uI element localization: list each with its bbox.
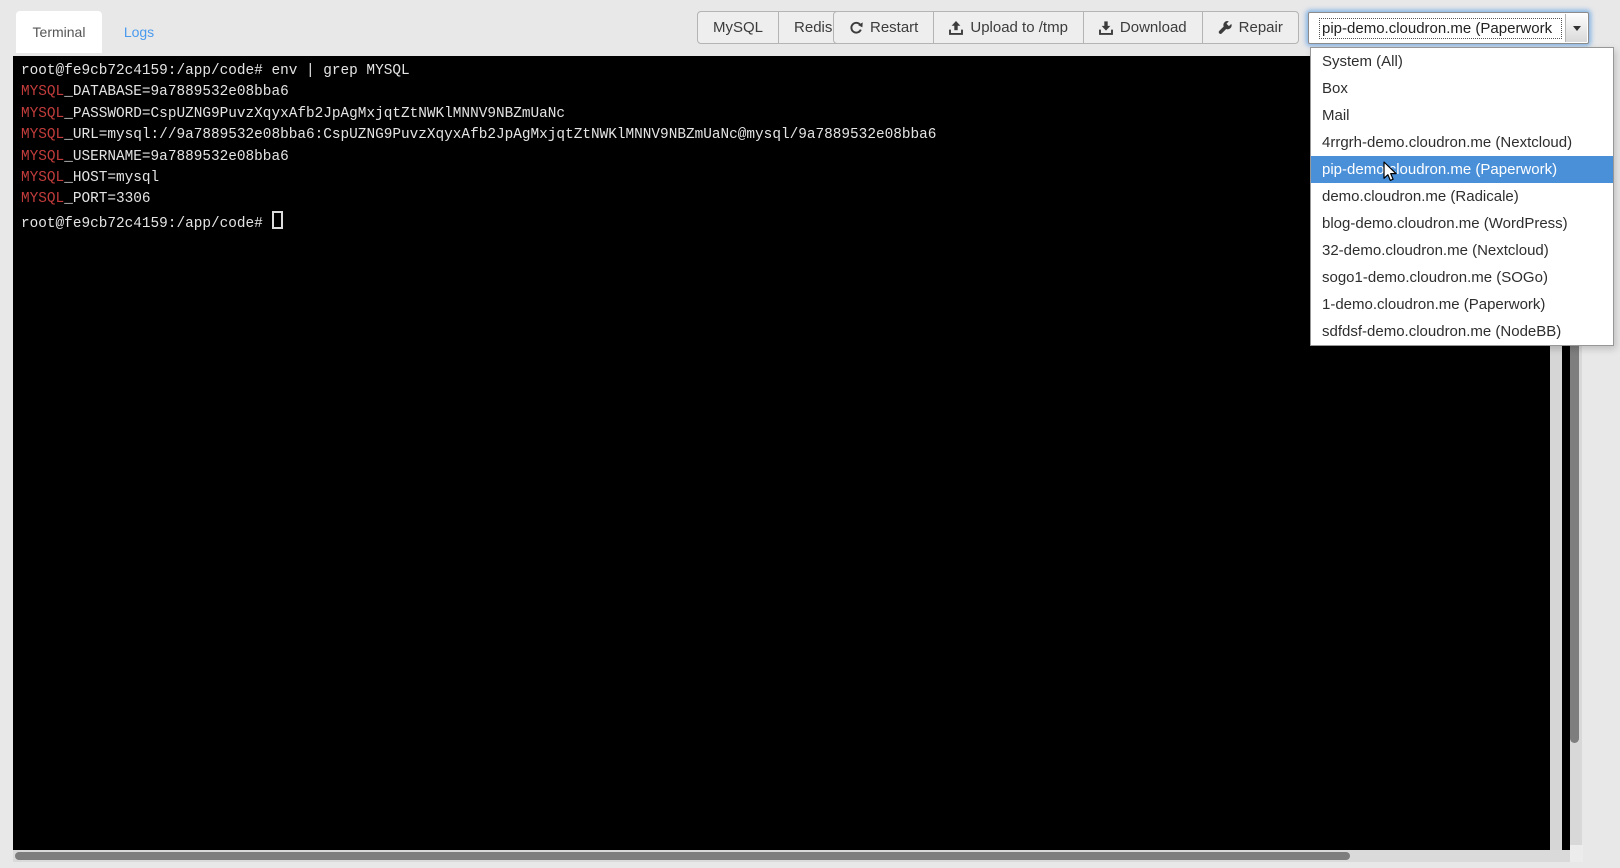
button-label: Redis xyxy=(794,19,832,36)
tab-terminal-label: Terminal xyxy=(33,24,86,40)
action-button-download[interactable]: Download xyxy=(1083,11,1203,44)
repair-icon xyxy=(1218,21,1232,35)
button-label: Restart xyxy=(870,19,918,36)
dropdown-option[interactable]: System (All) xyxy=(1311,48,1613,75)
dropdown-option[interactable]: 1-demo.cloudron.me (Paperwork) xyxy=(1311,291,1613,318)
dropdown-option[interactable]: 4rrgrh-demo.cloudron.me (Nextcloud) xyxy=(1311,129,1613,156)
button-label: Repair xyxy=(1239,19,1283,36)
terminal-cursor xyxy=(272,211,283,229)
tab-terminal[interactable]: Terminal xyxy=(16,11,102,53)
dropdown-option[interactable]: demo.cloudron.me (Radicale) xyxy=(1311,183,1613,210)
dropdown-option[interactable]: Mail xyxy=(1311,102,1613,129)
restart-icon xyxy=(849,21,863,35)
horizontal-scrollbar-thumb[interactable] xyxy=(15,852,1350,860)
database-button-group: MySQL Redis xyxy=(697,11,848,44)
button-label: MySQL xyxy=(713,19,763,36)
app-select-dropdown: System (All)BoxMail4rrgrh-demo.cloudron.… xyxy=(1310,47,1614,346)
dropdown-option[interactable]: sdfdsf-demo.cloudron.me (NodeBB) xyxy=(1311,318,1613,345)
button-label: Download xyxy=(1120,19,1187,36)
app-select[interactable]: pip-demo.cloudron.me (Paperwork xyxy=(1308,12,1589,44)
dropdown-option[interactable]: sogo1-demo.cloudron.me (SOGo) xyxy=(1311,264,1613,291)
select-dropdown-arrow[interactable] xyxy=(1565,14,1587,42)
dropdown-option[interactable]: 32-demo.cloudron.me (Nextcloud) xyxy=(1311,237,1613,264)
action-button-upload-to-tmp[interactable]: Upload to /tmp xyxy=(933,11,1084,44)
download-icon xyxy=(1099,21,1113,35)
button-label: Upload to /tmp xyxy=(970,19,1068,36)
db-button-mysql[interactable]: MySQL xyxy=(697,11,779,44)
app-select-value: pip-demo.cloudron.me (Paperwork xyxy=(1320,19,1561,38)
chevron-down-icon xyxy=(1573,26,1581,31)
upload-icon xyxy=(949,21,963,35)
dropdown-option[interactable]: pip-demo.cloudron.me (Paperwork) xyxy=(1311,156,1613,183)
action-button-restart[interactable]: Restart xyxy=(833,11,934,44)
scrollbar-corner xyxy=(1570,845,1583,862)
dropdown-option[interactable]: blog-demo.cloudron.me (WordPress) xyxy=(1311,210,1613,237)
action-button-group: Restart Upload to /tmp Download Repair xyxy=(833,11,1299,44)
dropdown-option[interactable]: Box xyxy=(1311,75,1613,102)
action-button-repair[interactable]: Repair xyxy=(1202,11,1299,44)
tab-logs[interactable]: Logs xyxy=(104,11,174,53)
tab-logs-label: Logs xyxy=(124,24,154,40)
